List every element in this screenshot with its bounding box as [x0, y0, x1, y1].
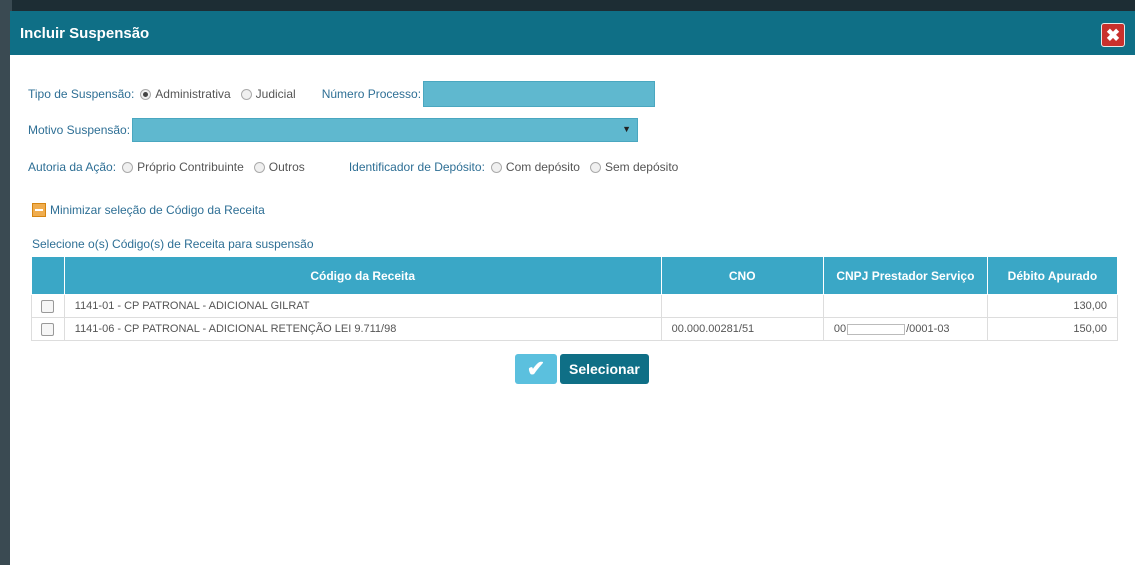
minimize-icon[interactable] [32, 203, 46, 217]
header-codigo: Código da Receita [63, 256, 662, 295]
radio-administrativa-control[interactable] [140, 88, 152, 100]
tipo-suspensao-row: Tipo de Suspensão: Administrativa Judici… [28, 81, 656, 107]
radio-outros[interactable]: Outros [253, 160, 305, 174]
incluir-suspensao-dialog: Incluir Suspensão ✖ Tipo de Suspensão: A… [10, 11, 1135, 565]
redacted-block [847, 323, 906, 335]
radio-sem-deposito[interactable]: Sem depósito [589, 160, 679, 174]
dialog-title: Incluir Suspensão [20, 24, 150, 42]
cnpj-prefix: 00 [833, 323, 847, 335]
radio-proprio-contribuinte[interactable]: Próprio Contribuinte [122, 160, 244, 174]
radio-judicial[interactable]: Judicial [240, 87, 296, 101]
radio-administrativa-label: Administrativa [155, 87, 231, 101]
identificador-deposito-label: Identificador de Depósito: [348, 160, 485, 174]
minimizar-label[interactable]: Minimizar seleção de Código da Receita [50, 203, 265, 217]
cnpj-suffix: /0001-03 [906, 323, 950, 335]
radio-judicial-control[interactable] [240, 88, 252, 100]
check-icon[interactable]: ✔ [515, 354, 557, 384]
radio-proprio-contribuinte-control[interactable] [122, 161, 134, 173]
tipo-suspensao-label: Tipo de Suspensão: [28, 87, 135, 101]
selecionar-button[interactable]: Selecionar [560, 354, 649, 384]
radio-sem-deposito-label: Sem depósito [604, 160, 679, 174]
selecione-label: Selecione o(s) Código(s) de Receita para… [32, 237, 314, 251]
radio-com-deposito-label: Com depósito [505, 160, 580, 174]
cell-debito: 150,00 [986, 317, 1119, 341]
motivo-suspensao-select[interactable]: ▼ [132, 118, 639, 142]
cell-codigo: 1141-06 - CP PATRONAL - ADICIONAL RETENÇ… [63, 317, 662, 341]
radio-com-deposito-control[interactable] [490, 161, 502, 173]
receita-table: Código da Receita CNO CNPJ Prestador Ser… [31, 256, 1119, 341]
header-cnpj: CNPJ Prestador Serviço [822, 256, 988, 295]
header-select-all [31, 256, 65, 295]
autoria-label: Autoria da Ação: [28, 160, 117, 174]
motivo-suspensao-row: Motivo Suspensão: ▼ [28, 118, 639, 142]
dialog-titlebar: Incluir Suspensão ✖ [10, 11, 1135, 55]
autoria-row: Autoria da Ação: Próprio Contribuinte Ou… [28, 160, 688, 174]
numero-processo-label: Número Processo: [321, 87, 422, 101]
motivo-suspensao-label: Motivo Suspensão: [28, 123, 131, 137]
minimizar-row[interactable]: Minimizar seleção de Código da Receita [32, 203, 271, 217]
selecione-row: Selecione o(s) Código(s) de Receita para… [32, 237, 320, 251]
radio-outros-label: Outros [268, 160, 305, 174]
radio-administrativa[interactable]: Administrativa [140, 87, 231, 101]
header-debito: Débito Apurado [986, 256, 1119, 295]
cell-cnpj [822, 294, 988, 318]
radio-outros-control[interactable] [253, 161, 265, 173]
header-cno: CNO [660, 256, 824, 295]
dropdown-arrow-icon: ▼ [622, 124, 632, 134]
table-header-row: Código da Receita CNO CNPJ Prestador Ser… [31, 256, 1119, 295]
close-icon[interactable]: ✖ [1101, 23, 1125, 47]
radio-judicial-label: Judicial [255, 87, 296, 101]
row-checkbox-cell [31, 317, 65, 341]
table-row: 1141-06 - CP PATRONAL - ADICIONAL RETENÇ… [31, 317, 1119, 341]
cell-cno [660, 294, 824, 318]
radio-sem-deposito-control[interactable] [589, 161, 601, 173]
cell-cnpj: 00/0001-03 [822, 317, 988, 341]
row-checkbox-cell [31, 294, 65, 318]
radio-com-deposito[interactable]: Com depósito [490, 160, 580, 174]
cell-debito: 130,00 [986, 294, 1119, 318]
numero-processo-input[interactable] [423, 81, 656, 107]
row-checkbox[interactable] [41, 299, 55, 313]
actions-row: ✔ Selecionar [515, 354, 649, 384]
table-row: 1141-01 - CP PATRONAL - ADICIONAL GILRAT… [31, 294, 1119, 318]
radio-proprio-contribuinte-label: Próprio Contribuinte [137, 160, 244, 174]
cell-cno: 00.000.00281/51 [660, 317, 824, 341]
cell-codigo: 1141-01 - CP PATRONAL - ADICIONAL GILRAT [63, 294, 662, 318]
row-checkbox[interactable] [41, 322, 55, 336]
